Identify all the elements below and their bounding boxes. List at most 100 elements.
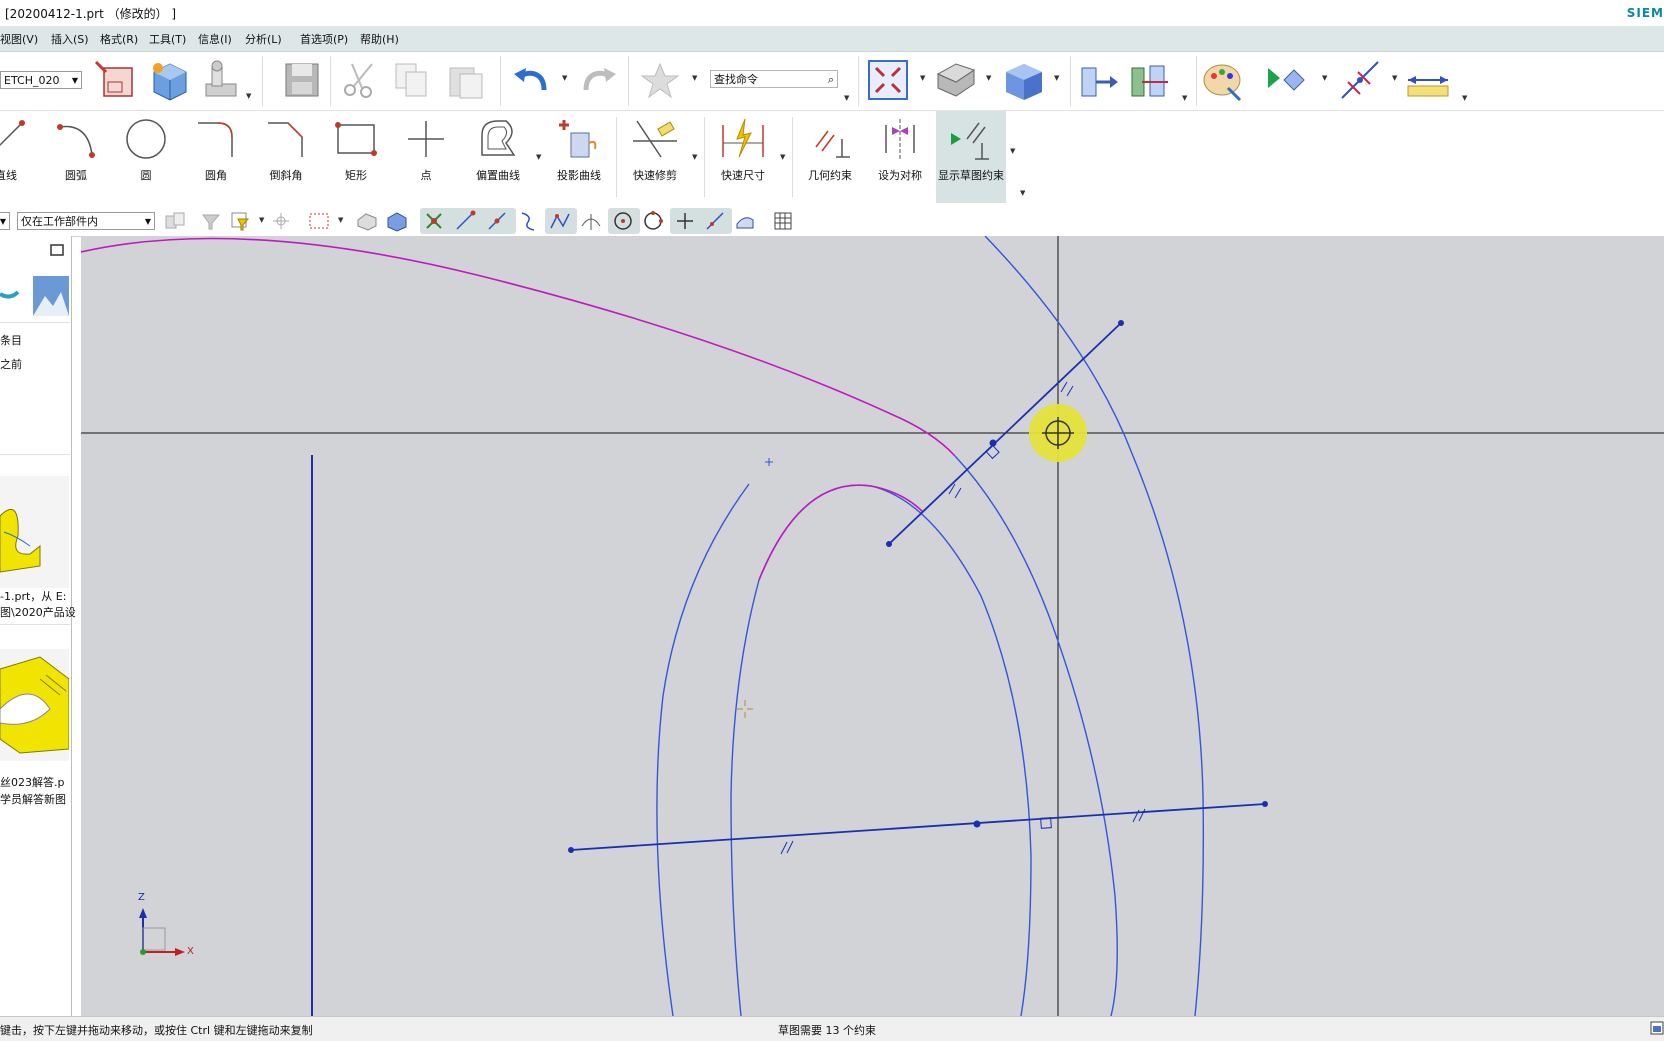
- redo-icon[interactable]: [578, 60, 618, 100]
- chevron-down-icon[interactable]: ▼: [338, 216, 343, 224]
- menu-view[interactable]: 视图(V): [0, 31, 38, 47]
- filter-reset-icon[interactable]: [200, 210, 222, 232]
- arc-tool-icon: [57, 124, 95, 158]
- select-filter-icon[interactable]: [230, 210, 252, 232]
- maximize-icon[interactable]: [50, 244, 64, 259]
- chevron-down-icon[interactable]: ▼: [986, 74, 991, 82]
- snap-midpoint-icon[interactable]: [486, 210, 508, 232]
- chevron-down-icon[interactable]: ▼: [1462, 94, 1467, 102]
- snap-on-surface-icon[interactable]: [734, 210, 756, 232]
- shaded-view-icon[interactable]: [1000, 58, 1044, 102]
- recent-part-thumbnail-2[interactable]: [0, 649, 70, 761]
- play-animation-icon[interactable]: [1262, 58, 1306, 102]
- point-tool-button[interactable]: 点: [400, 111, 452, 203]
- shaded-edges-icon[interactable]: [934, 58, 978, 102]
- snap-point-icon[interactable]: [270, 210, 292, 232]
- status-hint: 键击，按下左键并拖动来移动，或按住 Ctrl 键和左键拖动来复制: [0, 1024, 313, 1037]
- line-endpoint: [886, 541, 892, 547]
- menu-tools[interactable]: 工具(T): [149, 31, 186, 47]
- chevron-down-icon: ▼: [71, 76, 78, 85]
- chevron-down-icon[interactable]: ▼: [1054, 74, 1059, 82]
- undo-icon[interactable]: [512, 60, 552, 100]
- move-component-icon[interactable]: [1078, 58, 1122, 102]
- type-filter-combo[interactable]: ▼: [0, 212, 10, 230]
- model-icon[interactable]: [198, 58, 242, 102]
- snap-intersection-icon[interactable]: [549, 210, 571, 232]
- rectangle-select-icon[interactable]: [308, 210, 330, 232]
- show-constraints-tool-button[interactable]: 显示草图约束: [936, 111, 1006, 203]
- derived-lines-icon[interactable]: [1338, 58, 1382, 102]
- chevron-down-icon[interactable]: ▼: [1392, 74, 1397, 82]
- chevron-down-icon[interactable]: ▼: [536, 153, 541, 161]
- snap-existing-point-icon[interactable]: [674, 210, 696, 232]
- panel-item-entries[interactable]: 条目: [0, 332, 22, 348]
- project-curve-tool-button[interactable]: 投影曲线: [548, 111, 610, 203]
- command-search-input[interactable]: 查找命令 ⌕: [710, 70, 838, 88]
- line-tool-button[interactable]: 直线: [0, 111, 30, 203]
- sketch-name-combo[interactable]: ETCH_020 ▼: [0, 71, 82, 89]
- history-icon[interactable]: [0, 276, 20, 309]
- appearance-palette-icon[interactable]: [1200, 58, 1244, 102]
- snap-arc-center-icon[interactable]: [612, 210, 634, 232]
- chevron-down-icon[interactable]: ▼: [920, 74, 925, 82]
- fit-view-icon[interactable]: [866, 58, 910, 102]
- snap-quadrant-icon[interactable]: [642, 210, 664, 232]
- grid-icon[interactable]: [772, 210, 794, 232]
- menu-format[interactable]: 格式(R): [100, 31, 138, 47]
- rapid-dimension-tool-button[interactable]: 快速尺寸: [710, 111, 776, 203]
- measure-distance-icon[interactable]: [1404, 58, 1452, 102]
- roles-icon[interactable]: [33, 276, 69, 319]
- chevron-down-icon[interactable]: ▼: [692, 74, 697, 82]
- chevron-down-icon[interactable]: ▼: [259, 216, 264, 224]
- recent-part-thumbnail-1[interactable]: [0, 476, 69, 588]
- save-icon[interactable]: [282, 60, 322, 100]
- menu-analysis[interactable]: 分析(L): [245, 31, 282, 47]
- snap-on-curve-icon[interactable]: [704, 210, 726, 232]
- chevron-down-icon[interactable]: ▼: [246, 92, 251, 100]
- menu-insert[interactable]: 插入(S): [51, 31, 89, 47]
- repeat-command-icon[interactable]: [640, 60, 680, 100]
- rectangle-tool-button[interactable]: 矩形: [328, 111, 384, 203]
- snap-enable-icon[interactable]: [423, 210, 445, 232]
- snap-control-point-icon[interactable]: [518, 210, 540, 232]
- arc-tool-button[interactable]: 圆弧: [50, 111, 102, 203]
- panel-item-before[interactable]: 之前: [0, 356, 22, 372]
- circle-tool-button[interactable]: 圆: [120, 111, 172, 203]
- chevron-down-icon[interactable]: ▼: [1010, 147, 1015, 155]
- offset-curve-tool-button[interactable]: 偏置曲线: [466, 111, 530, 203]
- graphics-window[interactable]: Z X: [81, 236, 1664, 1016]
- cut-icon[interactable]: [340, 60, 380, 100]
- chevron-down-icon[interactable]: ▼: [780, 153, 785, 161]
- menu-info[interactable]: 信息(I): [198, 31, 232, 47]
- point-tool-label: 点: [420, 169, 432, 182]
- select-body-icon[interactable]: [356, 210, 378, 232]
- sketch-ribbon: 直线 圆弧 圆 圆角 倒斜角 矩形 点 偏置曲线 ▼ 投影曲线 快速修剪 ▼ 快: [0, 111, 1030, 203]
- assembly-constraint-icon[interactable]: [1128, 58, 1172, 102]
- chevron-down-icon[interactable]: ▼: [1182, 94, 1187, 102]
- paste-icon[interactable]: [446, 60, 486, 100]
- chevron-down-icon[interactable]: ▼: [1020, 189, 1025, 197]
- sketch-view-icon[interactable]: [94, 58, 138, 102]
- make-symmetric-tool-button[interactable]: 设为对称: [868, 111, 932, 203]
- geometric-constraint-tool-button[interactable]: 几何约束: [798, 111, 862, 203]
- orient-view-icon[interactable]: [146, 58, 190, 102]
- fillet-tool-button[interactable]: 圆角: [190, 111, 242, 203]
- selection-bar: ▼ 仅在工作部件内 ▼ ▼ ▼: [0, 206, 1664, 237]
- snap-endpoint-icon[interactable]: [454, 210, 476, 232]
- menu-help[interactable]: 帮助(H): [360, 31, 399, 47]
- full-screen-icon[interactable]: [1650, 1021, 1664, 1038]
- select-feature-icon[interactable]: [386, 210, 408, 232]
- assembly-filter-icon[interactable]: [164, 210, 188, 232]
- copy-icon[interactable]: [392, 60, 432, 100]
- quick-trim-label: 快速修剪: [633, 169, 677, 182]
- search-icon[interactable]: ⌕: [828, 71, 834, 87]
- snap-tangent-icon[interactable]: [580, 210, 602, 232]
- chevron-down-icon[interactable]: ▼: [562, 74, 567, 82]
- quick-trim-tool-button[interactable]: 快速修剪: [622, 111, 688, 203]
- chevron-down-icon[interactable]: ▼: [844, 94, 849, 102]
- chevron-down-icon[interactable]: ▼: [1322, 74, 1327, 82]
- chevron-down-icon[interactable]: ▼: [692, 153, 697, 161]
- scope-filter-combo[interactable]: 仅在工作部件内 ▼: [17, 212, 155, 230]
- chamfer-tool-button[interactable]: 倒斜角: [260, 111, 312, 203]
- menu-preferences[interactable]: 首选项(P): [300, 31, 348, 47]
